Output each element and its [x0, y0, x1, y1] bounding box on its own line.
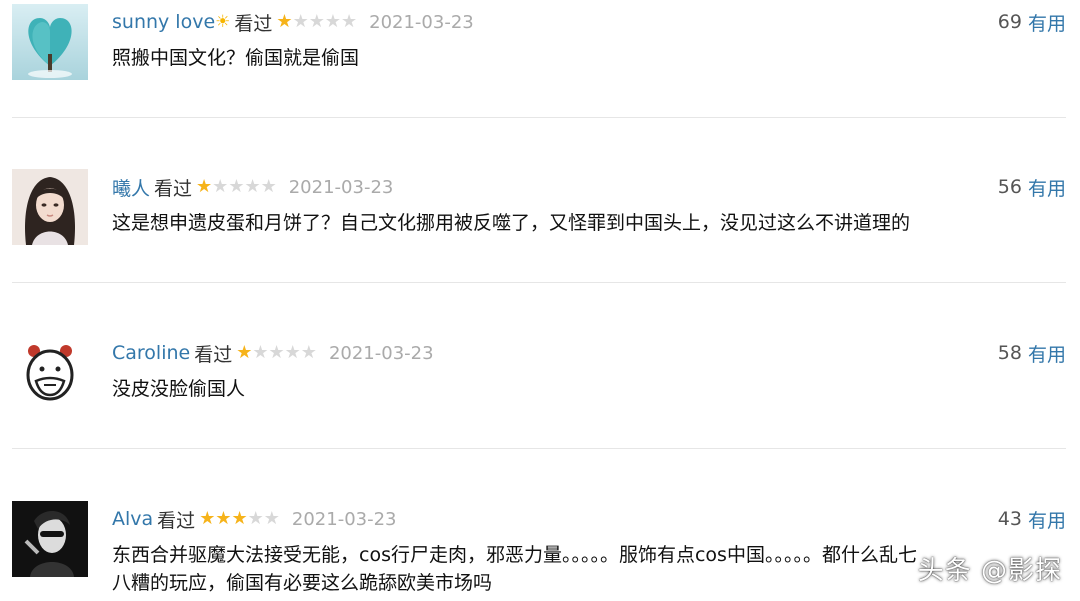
review-text: 没皮没脸偷国人 [112, 375, 1062, 403]
star-empty-icon: ★ [308, 11, 325, 32]
divider [12, 282, 1066, 283]
star-empty-icon: ★ [324, 11, 341, 32]
rating-stars: ★ ★ ★ ★ ★ [199, 510, 280, 528]
vote-count: 69 [997, 11, 1022, 33]
star-empty-icon: ★ [292, 11, 309, 32]
star-filled-icon: ★ [231, 508, 248, 529]
username-link[interactable]: Alva [112, 508, 153, 530]
rating-stars: ★ ★ ★ ★ ★ [276, 13, 357, 31]
review-date: 2021-03-23 [369, 11, 474, 33]
star-empty-icon: ★ [212, 176, 229, 197]
vote-count: 58 [997, 342, 1022, 364]
cartoon-face-avatar[interactable] [12, 335, 88, 411]
tree-heart-avatar[interactable] [12, 4, 88, 80]
rating-stars: ★ ★ ★ ★ ★ [236, 344, 317, 362]
divider [12, 117, 1066, 118]
star-empty-icon: ★ [284, 342, 301, 363]
watch-status: 看过 [194, 343, 233, 366]
watermark: 头条 @影探 [917, 556, 1062, 586]
review-text-line: 照搬中国文化？偷国就是偷国 [112, 47, 360, 69]
useful-button[interactable]: 有用 [1028, 506, 1066, 533]
star-empty-icon: ★ [247, 508, 264, 529]
username-link[interactable]: Caroline [112, 342, 190, 364]
vote-count: 56 [997, 176, 1022, 198]
star-filled-icon: ★ [199, 508, 216, 529]
star-empty-icon: ★ [340, 11, 358, 32]
sun-emoji-icon: ☀ [215, 12, 231, 32]
review-item: 曦人 看过 ★ ★ ★ ★ ★ 2021-03-23 56 有用 这是想申遗皮蛋和月饼了… [0, 165, 1080, 282]
review-date: 2021-03-23 [288, 176, 394, 198]
review-text-line: 这是想申遗皮蛋和月饼了？自己文化挪用被反噬了，又怪罪到中国头上，没见过这么不讲道… [112, 212, 911, 234]
divider [12, 448, 1066, 449]
star-filled-icon: ★ [236, 342, 253, 363]
star-empty-icon: ★ [300, 342, 317, 363]
vote-area: 43 有用 [997, 506, 1066, 533]
useful-button[interactable]: 有用 [1028, 340, 1066, 367]
star-empty-icon: ★ [268, 342, 285, 363]
review-item: sunny love ☀ 看过 ★ ★ ★ ★ ★ 2021-03-23 69 有用 照… [0, 0, 1080, 117]
star-empty-icon: ★ [260, 176, 277, 197]
star-empty-icon: ★ [263, 508, 280, 529]
star-filled-icon: ★ [196, 176, 213, 197]
vote-count: 43 [997, 508, 1022, 530]
review-meta: 曦人 看过 ★ ★ ★ ★ ★ 2021-03-23 [112, 174, 394, 201]
star-filled-icon: ★ [215, 508, 232, 529]
vote-area: 58 有用 [997, 340, 1066, 367]
vote-area: 69 有用 [997, 9, 1066, 36]
review-text: 这是想申遗皮蛋和月饼了？自己文化挪用被反噬了，又怪罪到中国头上，没见过这么不讲道… [112, 209, 1062, 237]
vote-area: 56 有用 [997, 174, 1066, 201]
useful-button[interactable]: 有用 [1028, 174, 1066, 201]
star-filled-icon: ★ [276, 11, 293, 32]
anime-girl-avatar[interactable] [12, 169, 88, 245]
username-link[interactable]: 曦人 [112, 174, 150, 201]
review-meta: sunny love ☀ 看过 ★ ★ ★ ★ ★ 2021-03-23 [112, 10, 474, 35]
review-date: 2021-03-23 [328, 342, 434, 364]
dark-portrait-avatar[interactable] [12, 501, 88, 577]
rating-stars: ★ ★ ★ ★ ★ [196, 178, 277, 196]
star-empty-icon: ★ [244, 176, 261, 197]
review-date: 2021-03-23 [291, 508, 397, 530]
watch-status: 看过 [154, 177, 193, 200]
watch-status: 看过 [234, 12, 273, 35]
star-empty-icon: ★ [228, 176, 245, 197]
review-meta: Alva 看过 ★ ★ ★ ★ ★ 2021-03-23 [112, 507, 397, 532]
review-meta: Caroline 看过 ★ ★ ★ ★ ★ 2021-03-23 [112, 341, 434, 366]
review-text-line: 没皮没脸偷国人 [112, 378, 246, 400]
star-empty-icon: ★ [252, 342, 269, 363]
watch-status: 看过 [157, 509, 196, 532]
useful-button[interactable]: 有用 [1028, 9, 1066, 36]
username-link[interactable]: sunny love [112, 11, 215, 33]
review-item: Caroline 看过 ★ ★ ★ ★ ★ 2021-03-23 58 有用 没皮没脸偷… [0, 331, 1080, 448]
review-text: 照搬中国文化？偷国就是偷国 [112, 44, 1062, 72]
